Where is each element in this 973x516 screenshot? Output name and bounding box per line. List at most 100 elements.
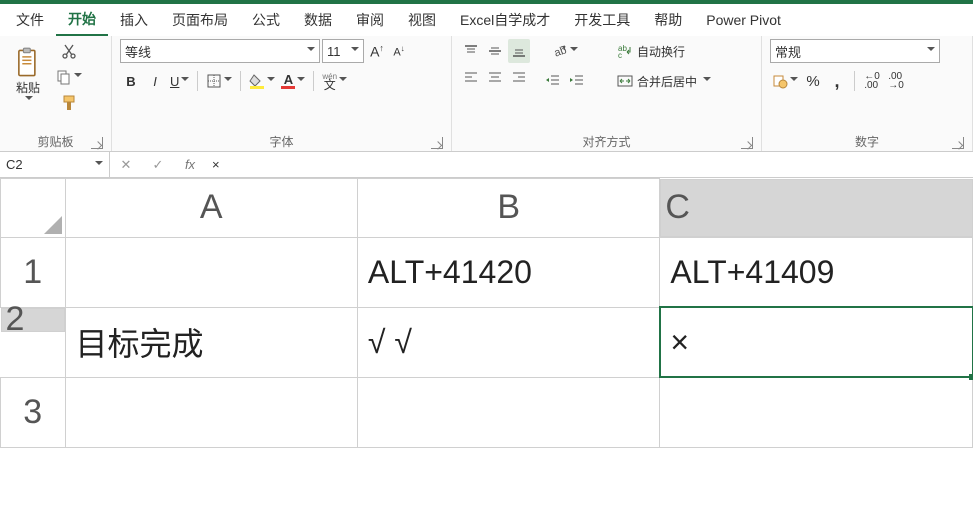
name-box-value: C2: [6, 157, 23, 172]
tab-view[interactable]: 视图: [396, 5, 448, 35]
cell-C2[interactable]: ×: [660, 307, 973, 377]
formula-input[interactable]: ×: [206, 152, 973, 177]
number-group-label: 数字: [855, 133, 879, 150]
font-size-select[interactable]: 11: [322, 39, 364, 63]
wrap-text-icon: abc: [617, 43, 633, 59]
tab-home[interactable]: 开始: [56, 4, 108, 36]
copy-button[interactable]: [54, 65, 84, 89]
decrease-decimal-button[interactable]: .00→0: [885, 69, 907, 93]
row-header-1[interactable]: 1: [1, 237, 66, 307]
increase-font-button[interactable]: A↑: [366, 39, 388, 63]
tab-help[interactable]: 帮助: [642, 5, 694, 35]
name-box[interactable]: C2: [0, 152, 110, 177]
svg-text:ab: ab: [553, 44, 568, 59]
paste-label: 粘贴: [16, 79, 40, 96]
increase-decimal-button[interactable]: ←0.00: [861, 69, 883, 93]
align-top-button[interactable]: [460, 39, 482, 63]
align-bottom-button[interactable]: [508, 39, 530, 63]
confirm-button[interactable]: ✓: [142, 152, 174, 177]
currency-icon: [772, 73, 788, 89]
align-right-button[interactable]: [508, 65, 530, 89]
phonetic-button[interactable]: wén文: [320, 69, 349, 93]
copy-icon: [56, 69, 72, 85]
clipboard-dialog-launcher[interactable]: [91, 137, 103, 149]
tab-data[interactable]: 数据: [292, 5, 344, 35]
decrease-indent-button[interactable]: [542, 69, 564, 93]
tab-file[interactable]: 文件: [4, 5, 56, 35]
ribbon: 粘贴 剪贴板 等线 11 A↑ A↓ B I: [0, 36, 973, 152]
row-header-2[interactable]: 2: [1, 308, 65, 332]
bold-icon: B: [126, 74, 135, 89]
borders-icon: [206, 73, 222, 89]
select-all-corner[interactable]: [1, 179, 66, 238]
cell-B2[interactable]: √ √: [357, 307, 659, 377]
underline-button[interactable]: U: [168, 69, 191, 93]
row-header-3[interactable]: 3: [1, 377, 66, 447]
comma-button[interactable]: ,: [826, 69, 848, 93]
decrease-font-icon: A↓: [393, 44, 404, 59]
paste-dropdown-icon: [25, 96, 33, 104]
tab-powerpivot[interactable]: Power Pivot: [694, 7, 793, 33]
merge-center-button[interactable]: 合并后居中: [613, 69, 715, 93]
cell-C1[interactable]: ALT+41409: [660, 237, 973, 307]
insert-function-button[interactable]: fx: [174, 152, 206, 177]
cell-C3[interactable]: [660, 377, 973, 447]
bold-button[interactable]: B: [120, 69, 142, 93]
align-left-button[interactable]: [460, 65, 482, 89]
align-center-button[interactable]: [484, 65, 506, 89]
percent-button[interactable]: %: [802, 69, 824, 93]
font-color-button[interactable]: A: [279, 69, 307, 93]
cell-A3[interactable]: [65, 377, 357, 447]
decrease-indent-icon: [545, 73, 561, 89]
italic-button[interactable]: I: [144, 69, 166, 93]
tab-selfstudy[interactable]: Excel自学成才: [448, 5, 562, 35]
alignment-dialog-launcher[interactable]: [741, 137, 753, 149]
clipboard-icon: [14, 47, 42, 79]
formula-bar: C2 ✕ ✓ fx ×: [0, 152, 973, 178]
col-header-C[interactable]: C: [660, 179, 972, 237]
borders-button[interactable]: [204, 69, 234, 93]
svg-text:c: c: [618, 51, 622, 59]
col-header-B[interactable]: B: [357, 179, 659, 238]
fill-color-icon: [249, 73, 265, 89]
font-dialog-launcher[interactable]: [431, 137, 443, 149]
increase-indent-button[interactable]: [566, 69, 588, 93]
clipboard-group-label: 剪贴板: [37, 133, 73, 150]
col-header-A[interactable]: A: [65, 179, 357, 238]
percent-icon: %: [806, 73, 819, 90]
merge-label: 合并后居中: [637, 73, 697, 90]
tab-pagelayout[interactable]: 页面布局: [160, 5, 240, 35]
tab-developer[interactable]: 开发工具: [562, 5, 642, 35]
tab-formulas[interactable]: 公式: [240, 5, 292, 35]
formula-value: ×: [212, 157, 220, 172]
italic-icon: I: [153, 74, 157, 89]
cut-button[interactable]: [54, 39, 84, 63]
scissors-icon: [61, 43, 77, 59]
font-size-value: 11: [327, 44, 341, 59]
font-group-label: 字体: [269, 133, 293, 150]
wrap-text-button[interactable]: abc 自动换行: [613, 39, 715, 63]
fill-color-button[interactable]: [247, 69, 277, 93]
worksheet: A B C 1 ALT+41420 ALT+41409 2 目标完成 √ √ ×…: [0, 178, 973, 448]
font-name-select[interactable]: 等线: [120, 39, 320, 63]
cancel-button[interactable]: ✕: [110, 152, 142, 177]
orientation-button[interactable]: ab: [542, 39, 588, 63]
tab-review[interactable]: 审阅: [344, 5, 396, 35]
increase-decimal-icon: ←0.00: [864, 72, 880, 90]
align-middle-button[interactable]: [484, 39, 506, 63]
decrease-font-button[interactable]: A↓: [388, 39, 410, 63]
cell-A1[interactable]: [65, 237, 357, 307]
cell-B1[interactable]: ALT+41420: [357, 237, 659, 307]
cancel-icon: ✕: [121, 157, 132, 173]
cell-A2[interactable]: 目标完成: [65, 307, 357, 377]
number-format-select[interactable]: 常规: [770, 39, 940, 63]
align-middle-icon: [487, 43, 503, 59]
format-painter-button[interactable]: [54, 91, 84, 115]
tab-insert[interactable]: 插入: [108, 5, 160, 35]
cell-B3[interactable]: [357, 377, 659, 447]
decrease-decimal-icon: .00→0: [888, 72, 904, 90]
number-dialog-launcher[interactable]: [952, 137, 964, 149]
paste-button[interactable]: 粘贴: [8, 39, 48, 111]
orientation-icon: ab: [552, 43, 568, 59]
accounting-format-button[interactable]: [770, 69, 800, 93]
